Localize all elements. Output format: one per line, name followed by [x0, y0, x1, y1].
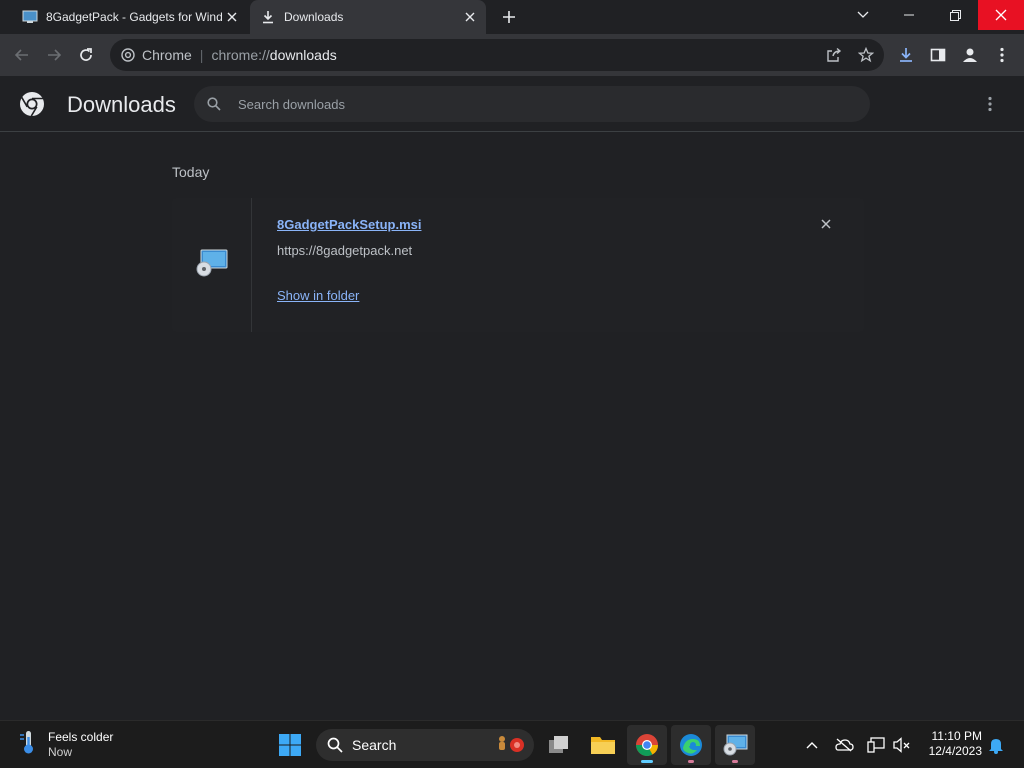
search-downloads-box[interactable]	[194, 86, 870, 122]
tab-downloads[interactable]: Downloads	[250, 0, 486, 34]
restore-button[interactable]	[932, 0, 978, 30]
address-bar[interactable]: Chrome | chrome://downloads	[110, 39, 884, 71]
page-title: Downloads	[67, 92, 176, 117]
tab-search-button[interactable]	[840, 0, 886, 30]
edge-taskbar-button[interactable]	[671, 725, 711, 765]
clock-time: 11:10 PM	[931, 729, 982, 743]
download-source-url: https://8gadgetpack.net	[277, 243, 413, 258]
installer-taskbar-button[interactable]	[715, 725, 755, 765]
url-text: chrome://downloads	[211, 47, 336, 63]
start-button[interactable]	[270, 725, 310, 765]
clock-date: 12/4/2023	[928, 744, 982, 758]
close-tab-icon[interactable]	[222, 7, 242, 27]
close-tab-icon[interactable]	[460, 7, 480, 27]
download-item: 8GadgetPackSetup.msi https://8gadgetpack…	[172, 198, 864, 332]
gadget-favicon-icon	[22, 9, 38, 25]
url-path: downloads	[269, 47, 337, 63]
downloads-toolbar-icon[interactable]	[892, 41, 920, 69]
windows-taskbar: Feels colder Now Search 11:10 PM 12/4/20…	[0, 720, 1024, 768]
downloads-header: Downloads	[0, 76, 1024, 132]
chrome-taskbar-button[interactable]	[627, 725, 667, 765]
tab-title: 8GadgetPack - Gadgets for Windows	[46, 10, 222, 24]
address-separator: |	[199, 47, 204, 63]
url-prefix: chrome://	[211, 47, 270, 63]
weather-status: Feels colder	[48, 729, 114, 744]
chrome-site-icon[interactable]	[120, 47, 136, 63]
new-tab-button[interactable]	[498, 6, 520, 28]
thermometer-icon	[18, 729, 38, 760]
date-heading: Today	[172, 164, 210, 180]
network-icon[interactable]	[864, 733, 888, 757]
tab-title: Downloads	[284, 10, 344, 24]
back-button[interactable]	[8, 41, 36, 69]
chrome-logo-icon	[18, 90, 46, 118]
taskbar-clock[interactable]: 11:10 PM 12/4/2023	[920, 729, 982, 759]
share-icon[interactable]	[820, 41, 848, 69]
site-label: Chrome	[142, 47, 192, 63]
notification-bell-icon[interactable]	[984, 733, 1008, 757]
profile-icon[interactable]	[956, 41, 984, 69]
search-icon	[326, 736, 344, 754]
show-in-folder-link[interactable]: Show in folder	[277, 288, 359, 303]
taskbar-search[interactable]: Search	[316, 729, 534, 761]
volume-muted-icon[interactable]	[890, 733, 914, 757]
more-actions-icon[interactable]	[978, 92, 1002, 116]
search-icon	[204, 94, 224, 114]
task-view-button[interactable]	[539, 725, 579, 765]
file-explorer-button[interactable]	[583, 725, 623, 765]
close-window-button[interactable]	[978, 0, 1024, 30]
weather-time: Now	[48, 744, 73, 759]
search-input[interactable]	[238, 96, 798, 112]
download-filename-link[interactable]: 8GadgetPackSetup.msi	[277, 217, 422, 232]
weather-widget[interactable]: Feels colder Now	[18, 729, 113, 760]
search-highlight-icon	[492, 733, 526, 758]
onedrive-icon[interactable]	[832, 733, 856, 757]
remove-download-icon[interactable]	[816, 214, 836, 234]
taskbar-search-label: Search	[352, 737, 397, 753]
tab-strip: 8GadgetPack - Gadgets for Windows Downlo…	[0, 0, 1024, 34]
active-app-indicator	[641, 760, 653, 763]
browser-menu-icon[interactable]	[988, 41, 1016, 69]
chevron-up-icon[interactable]	[800, 733, 824, 757]
bookmark-star-icon[interactable]	[852, 41, 880, 69]
download-favicon-icon	[260, 9, 276, 25]
weather-text: Feels colder Now	[48, 730, 113, 760]
reload-button[interactable]	[72, 41, 100, 69]
running-app-indicator	[688, 760, 694, 763]
browser-toolbar: Chrome | chrome://downloads	[0, 34, 1024, 76]
msi-installer-icon	[195, 248, 229, 283]
file-icon-container	[172, 198, 252, 332]
forward-button[interactable]	[40, 41, 68, 69]
side-panel-icon[interactable]	[924, 41, 952, 69]
tab-8gadgetpack[interactable]: 8GadgetPack - Gadgets for Windows	[12, 0, 248, 34]
minimize-button[interactable]	[886, 0, 932, 30]
running-app-indicator	[732, 760, 738, 763]
